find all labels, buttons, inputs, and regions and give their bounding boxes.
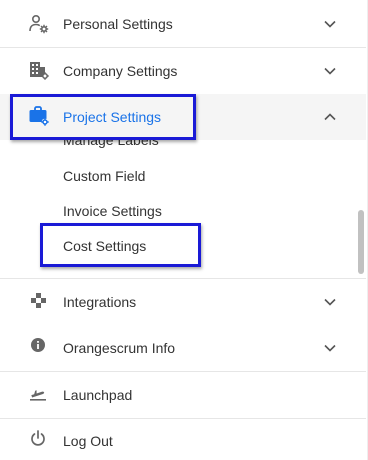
- submenu-scrollbar-thumb[interactable]: [358, 210, 364, 274]
- submenu-item-cost-settings[interactable]: Cost Settings: [63, 238, 146, 254]
- menu-item-label: Log Out: [63, 433, 113, 449]
- project-settings-submenu: Manage Labels Custom Field Invoice Setti…: [0, 140, 366, 278]
- takeoff-icon: [28, 382, 50, 404]
- submenu-item-manage-labels[interactable]: Manage Labels: [63, 140, 159, 148]
- user-gear-icon: [28, 13, 50, 35]
- submenu-item-invoice-settings[interactable]: Invoice Settings: [63, 203, 162, 219]
- submenu-item-custom-field[interactable]: Custom Field: [63, 168, 145, 184]
- menu-item-integrations[interactable]: Integrations: [0, 279, 366, 325]
- power-icon: [28, 428, 50, 450]
- info-icon: [28, 335, 50, 357]
- menu-item-personal-settings[interactable]: Personal Settings: [0, 0, 366, 47]
- menu-item-orangescrum-info[interactable]: Orangescrum Info: [0, 325, 366, 371]
- menu-item-company-settings[interactable]: Company Settings: [0, 48, 366, 94]
- menu-item-label: Orangescrum Info: [63, 340, 176, 356]
- integrations-icon: [28, 290, 50, 312]
- menu-item-launchpad[interactable]: Launchpad: [0, 372, 366, 418]
- chevron-down-icon: [323, 295, 337, 309]
- chevron-down-icon: [323, 341, 337, 355]
- settings-menu-panel: Personal Settings Company Settings Proje…: [0, 0, 368, 460]
- menu-item-project-settings[interactable]: Project Settings: [0, 94, 366, 140]
- menu-item-label: Integrations: [63, 294, 137, 310]
- building-gear-icon: [28, 59, 50, 81]
- menu-item-label: Project Settings: [63, 109, 162, 125]
- menu-item-label: Personal Settings: [63, 16, 173, 32]
- menu-item-label: Company Settings: [63, 63, 178, 79]
- briefcase-gear-icon: [28, 105, 50, 127]
- menu-item-label: Launchpad: [63, 387, 133, 403]
- menu-item-logout[interactable]: Log Out: [0, 419, 366, 460]
- chevron-up-icon: [323, 110, 337, 124]
- chevron-down-icon: [323, 64, 337, 78]
- chevron-down-icon: [323, 17, 337, 31]
